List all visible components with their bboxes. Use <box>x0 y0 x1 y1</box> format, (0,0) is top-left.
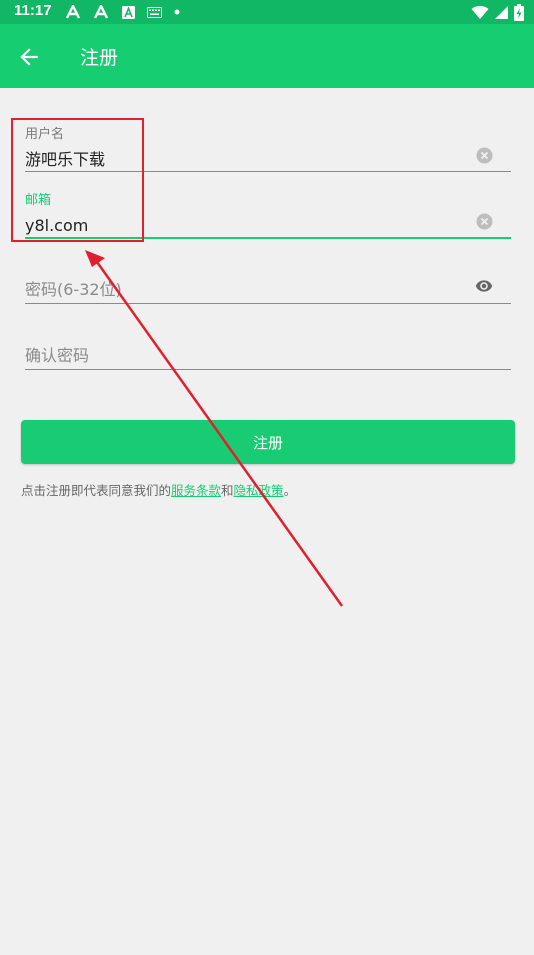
terms-notice: 点击注册即代表同意我们的服务条款和隐私政策。 <box>21 480 296 499</box>
password-field-group <box>25 270 511 306</box>
signal-icon <box>495 5 508 19</box>
back-arrow-icon[interactable] <box>16 44 42 70</box>
terms-of-service-link[interactable]: 服务条款 <box>171 483 221 498</box>
clear-icon[interactable] <box>476 147 493 164</box>
dot-icon <box>174 9 180 15</box>
app-a-icon <box>66 5 81 19</box>
password-input[interactable] <box>25 278 465 300</box>
privacy-policy-link[interactable]: 隐私政策 <box>234 483 284 498</box>
status-bar: 11:17 <box>0 0 534 24</box>
confirm-password-field-group <box>25 336 511 372</box>
terms-and: 和 <box>221 483 234 498</box>
confirm-password-input[interactable] <box>25 344 465 366</box>
app-a-icon <box>94 5 109 19</box>
page-title: 注册 <box>80 47 119 69</box>
battery-charging-icon <box>514 3 524 21</box>
register-button[interactable]: 注册 <box>21 420 515 464</box>
app-bar: 注册 <box>0 24 534 88</box>
app-a-box-icon <box>122 5 135 19</box>
annotation-highlight-box <box>11 118 144 242</box>
clear-icon[interactable] <box>476 213 493 230</box>
terms-suffix: 。 <box>283 483 297 498</box>
system-icons <box>466 3 524 21</box>
terms-prefix: 点击注册即代表同意我们的 <box>21 483 172 498</box>
keyboard-icon <box>147 6 162 18</box>
confirm-password-underline <box>25 369 511 370</box>
status-time: 11:17 <box>14 2 52 19</box>
eye-icon[interactable] <box>473 277 495 295</box>
notification-icons <box>66 3 192 21</box>
wifi-icon <box>471 5 489 19</box>
password-underline <box>25 303 511 304</box>
